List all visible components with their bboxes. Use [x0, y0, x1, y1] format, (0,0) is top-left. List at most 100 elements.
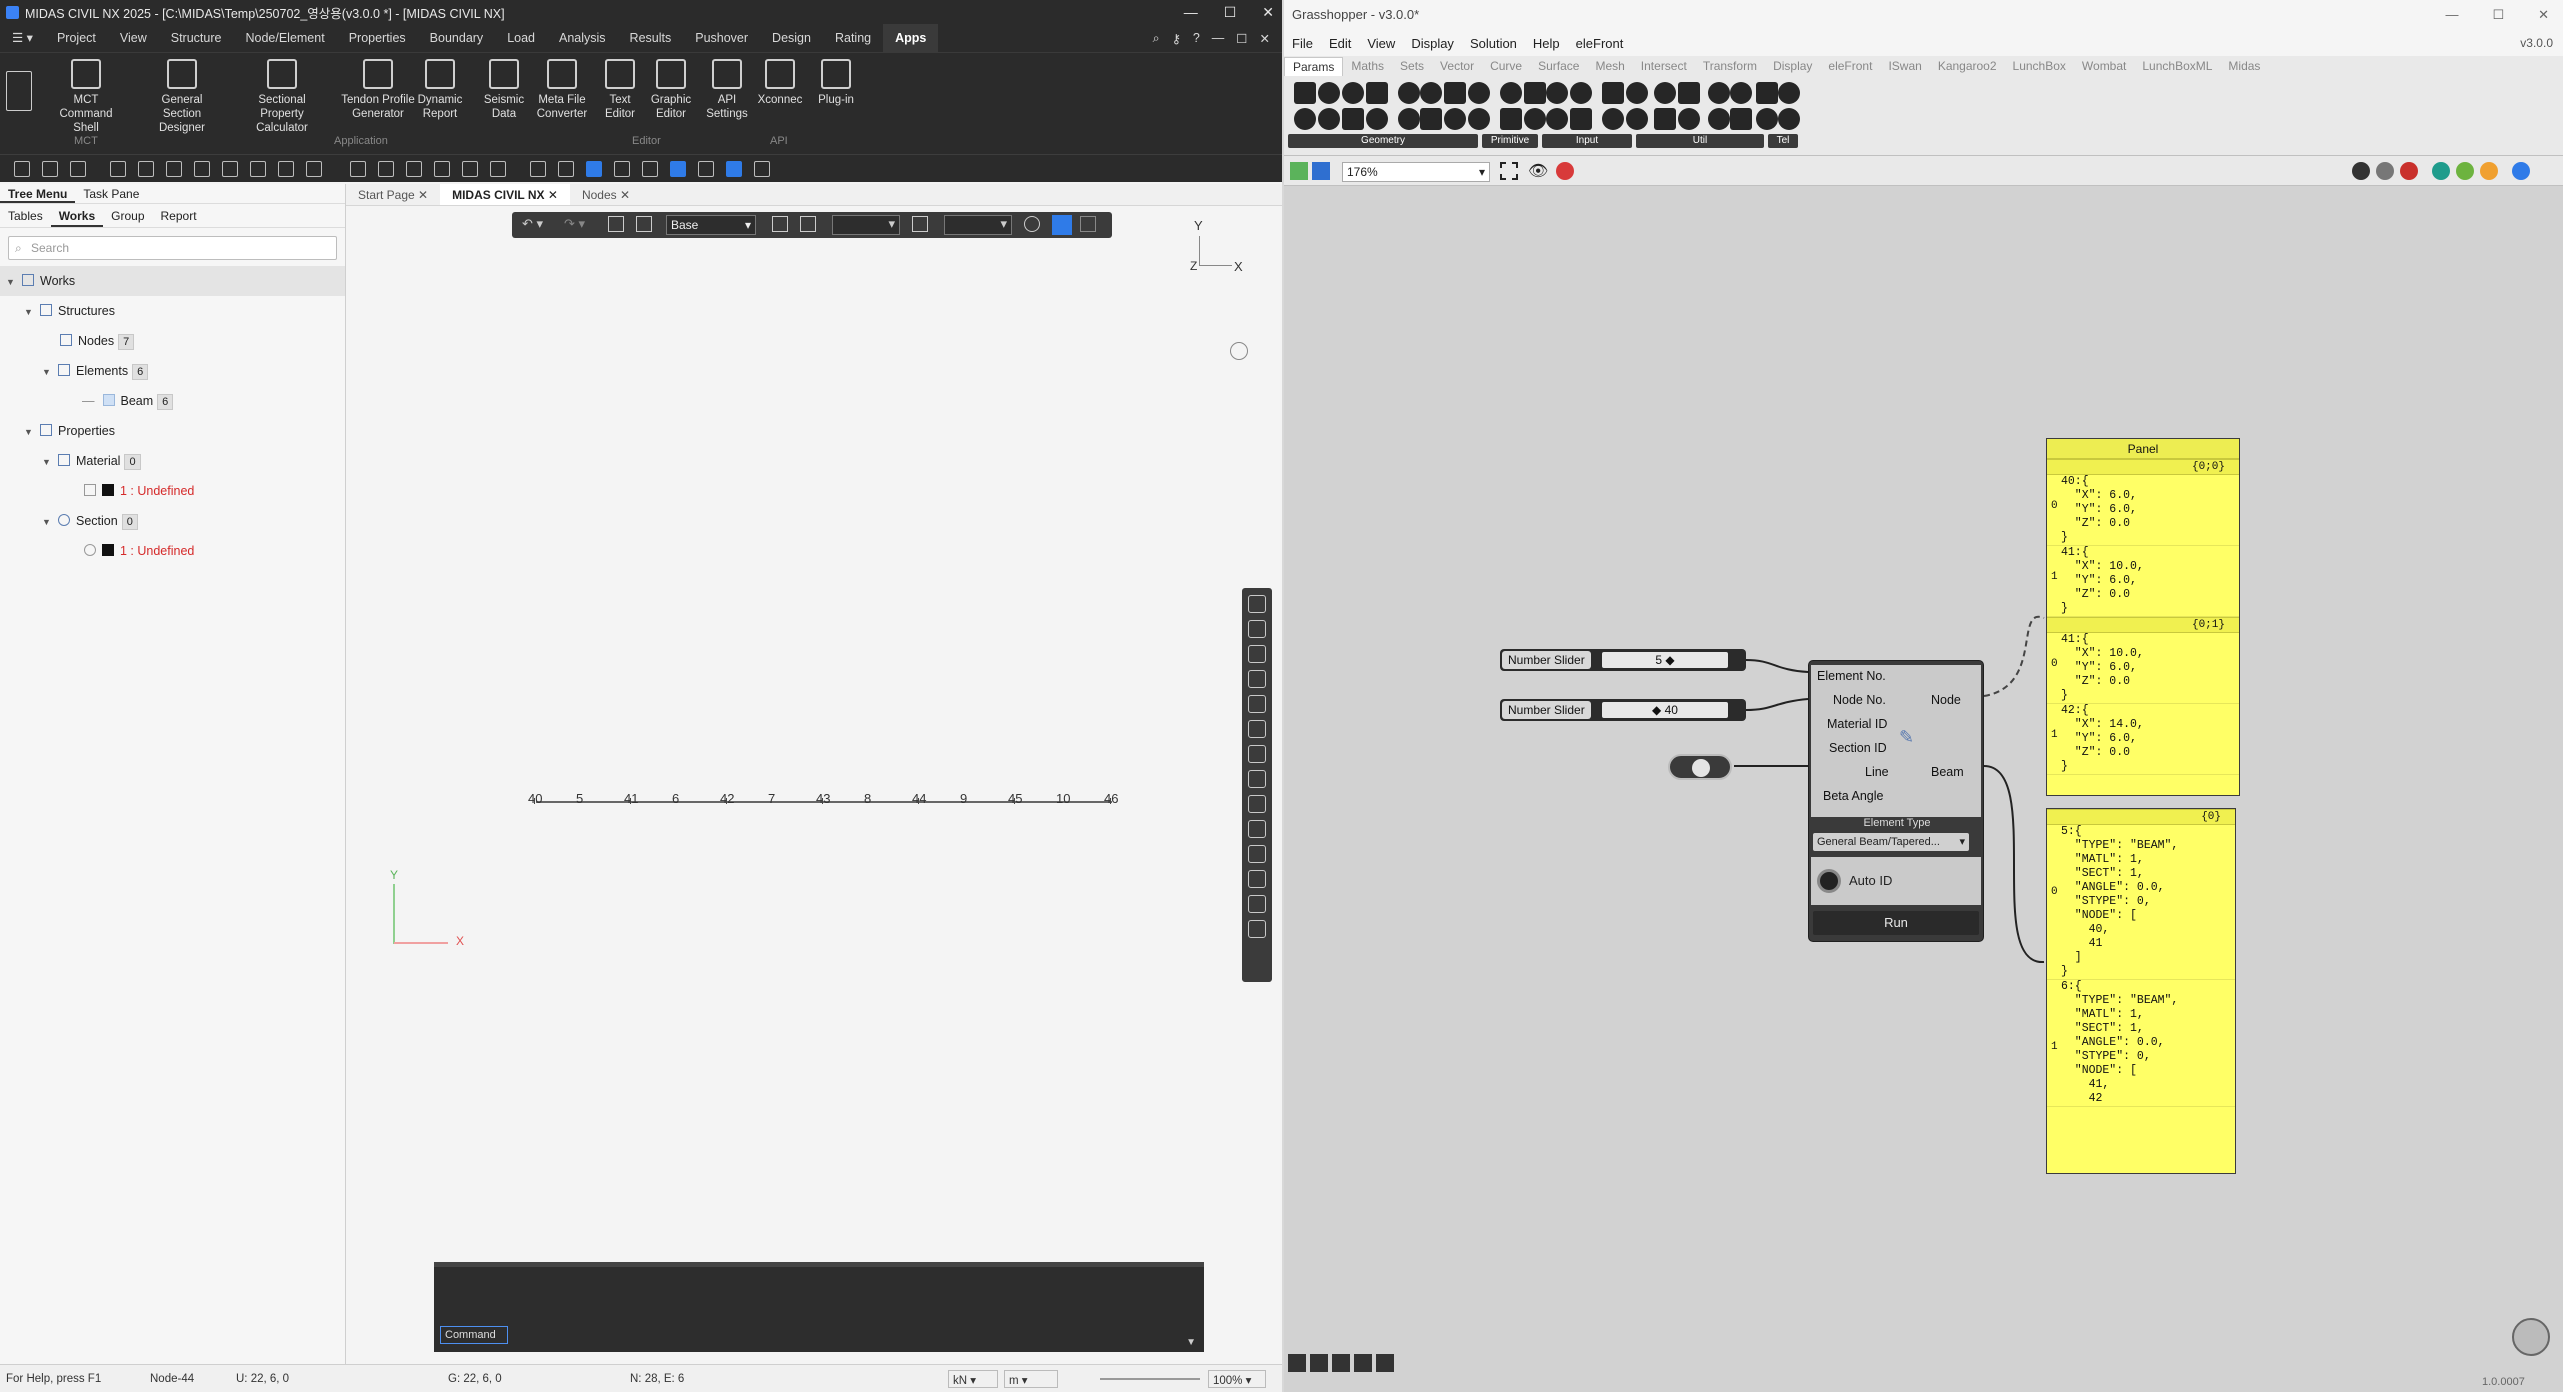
- gh-navigation-disc-icon[interactable]: [2512, 1318, 2550, 1356]
- api-settings-button[interactable]: API Settings: [700, 59, 754, 121]
- view-icon[interactable]: [754, 161, 770, 177]
- gh-menu-edit[interactable]: Edit: [1321, 36, 1359, 51]
- gh-component-icon[interactable]: [1778, 82, 1800, 104]
- gh-tab-sets[interactable]: Sets: [1392, 59, 1432, 73]
- close-doc-icon[interactable]: ✕: [1260, 31, 1270, 46]
- general-section-designer-button[interactable]: General Section Designer: [144, 59, 220, 135]
- node-marker[interactable]: [918, 798, 919, 804]
- tab-midas-civil-nx[interactable]: MIDAS CIVIL NX ✕: [440, 184, 570, 205]
- collapse-icon[interactable]: ▼: [24, 417, 38, 447]
- view-select[interactable]: Base ▾: [666, 215, 756, 235]
- gh-component-icon[interactable]: [1778, 108, 1800, 130]
- tool-icon[interactable]: [912, 216, 928, 232]
- gh-component-icon[interactable]: [1524, 108, 1546, 130]
- minimize-button[interactable]: —: [2445, 0, 2458, 30]
- preview-mesh-icon[interactable]: [2432, 162, 2450, 180]
- window-icon[interactable]: ☐: [1236, 31, 1247, 46]
- element-type-dropdown[interactable]: General Beam/Tapered... ▾: [1813, 833, 1969, 851]
- gh-bottom-tool-icon[interactable]: [1288, 1354, 1306, 1372]
- gh-tab-curve[interactable]: Curve: [1482, 59, 1530, 73]
- slider-track[interactable]: ◆ 40: [1602, 702, 1728, 718]
- gh-menu-elefront[interactable]: eleFront: [1568, 36, 1632, 51]
- preview-eye-icon[interactable]: 👁: [1528, 161, 1548, 181]
- view-cube-icon[interactable]: [1230, 342, 1248, 360]
- gh-component-icon[interactable]: [1678, 82, 1700, 104]
- save-file-icon[interactable]: [1312, 162, 1330, 180]
- collapse-icon[interactable]: ▼: [24, 297, 38, 327]
- tab-nodes[interactable]: Nodes ✕: [570, 184, 642, 205]
- number-slider-node[interactable]: Number Slider ◆ 40: [1500, 699, 1746, 721]
- view-active-icon[interactable]: [670, 161, 686, 177]
- gh-component-icon[interactable]: [1318, 108, 1340, 130]
- gh-tab-vector[interactable]: Vector: [1432, 59, 1482, 73]
- gh-component-icon[interactable]: [1708, 108, 1730, 130]
- gh-component-icon[interactable]: [1570, 108, 1592, 130]
- maximize-button[interactable]: ☐: [1224, 0, 1237, 24]
- pan-icon[interactable]: [1248, 745, 1266, 763]
- view-icon[interactable]: [698, 161, 714, 177]
- rotate-free-icon[interactable]: [1248, 795, 1266, 813]
- display-select[interactable]: ▾: [944, 215, 1012, 235]
- command-input[interactable]: Command: [440, 1326, 508, 1344]
- maximize-button[interactable]: ☐: [2492, 0, 2504, 30]
- help-icon[interactable]: ?: [1193, 31, 1200, 46]
- tool-icon[interactable]: [278, 161, 294, 177]
- collapse-icon[interactable]: ▼: [6, 267, 20, 297]
- gh-component-icon[interactable]: [1468, 82, 1490, 104]
- open-file-icon[interactable]: [1290, 162, 1308, 180]
- length-unit-select[interactable]: m ▾: [1004, 1370, 1058, 1388]
- selected-icon[interactable]: [2400, 162, 2418, 180]
- text-editor-button[interactable]: Text Editor: [596, 59, 644, 121]
- gh-tab-intersect[interactable]: Intersect: [1633, 59, 1695, 73]
- menu-results[interactable]: Results: [618, 24, 684, 52]
- input-node-no[interactable]: Node No.: [1833, 693, 1886, 707]
- filter-select[interactable]: ▾: [832, 215, 900, 235]
- model-viewport[interactable]: [346, 206, 1282, 1364]
- input-line[interactable]: Line: [1865, 765, 1889, 779]
- tool-icon[interactable]: [608, 216, 624, 232]
- tool-icon[interactable]: [306, 161, 322, 177]
- mct-command-shell-button[interactable]: MCT Command Shell: [48, 59, 124, 135]
- zoom-extents-icon[interactable]: [1500, 162, 1518, 180]
- tree-node-section-item[interactable]: 1 : Undefined: [0, 536, 345, 566]
- view-icon[interactable]: [642, 161, 658, 177]
- gh-component-icon[interactable]: [1708, 82, 1730, 104]
- gh-component-icon[interactable]: [1730, 108, 1752, 130]
- preview-orange-icon[interactable]: [2480, 162, 2498, 180]
- run-button[interactable]: Run: [1813, 911, 1979, 935]
- collapse-icon[interactable]: ▼: [42, 447, 56, 477]
- auto-id-toggle[interactable]: [1817, 869, 1841, 893]
- tree-node-material-item[interactable]: 1 : Undefined: [0, 476, 345, 506]
- tab-works[interactable]: Works: [50, 206, 104, 227]
- input-beta-angle[interactable]: Beta Angle: [1823, 789, 1883, 803]
- gh-bottom-tool-icon[interactable]: [1376, 1354, 1394, 1372]
- preview-green-icon[interactable]: [2456, 162, 2474, 180]
- gh-component-icon[interactable]: [1654, 82, 1676, 104]
- close-button[interactable]: ✕: [2538, 0, 2549, 30]
- rotate-icon[interactable]: [1248, 770, 1266, 788]
- input-material-id[interactable]: Material ID: [1827, 717, 1887, 731]
- sectional-property-calculator-button[interactable]: Sectional Property Calculator: [244, 59, 320, 135]
- tree-node-nodes[interactable]: Nodes 7: [0, 326, 345, 356]
- gh-component-icon[interactable]: [1602, 82, 1624, 104]
- gh-component-icon[interactable]: [1570, 82, 1592, 104]
- gh-component-icon[interactable]: [1444, 82, 1466, 104]
- select-icon[interactable]: [378, 161, 394, 177]
- menu-rating[interactable]: Rating: [823, 24, 883, 52]
- input-section-id[interactable]: Section ID: [1829, 741, 1887, 755]
- gh-component-icon[interactable]: [1756, 82, 1778, 104]
- tendon-profile-generator-button[interactable]: Tendon Profile Generator: [340, 59, 416, 121]
- gh-component-icon[interactable]: [1756, 108, 1778, 130]
- close-button[interactable]: ✕: [1262, 0, 1274, 24]
- tool-icon[interactable]: [250, 161, 266, 177]
- gh-tab-iswan[interactable]: ISwan: [1880, 59, 1929, 73]
- gh-tab-maths[interactable]: Maths: [1343, 59, 1392, 73]
- gh-tab-surface[interactable]: Surface: [1530, 59, 1587, 73]
- zoom-fit-icon[interactable]: [1248, 595, 1266, 613]
- gh-zoom-select[interactable]: 176% ▾: [1342, 162, 1490, 182]
- graphic-editor-button[interactable]: Graphic Editor: [646, 59, 696, 121]
- output-panel-beam[interactable]: {0} 0 5:{ "TYPE": "BEAM", "MATL": 1, "SEC…: [2046, 808, 2236, 1174]
- select-icon[interactable]: [462, 161, 478, 177]
- open-icon[interactable]: [42, 161, 58, 177]
- tree-node-material[interactable]: ▼ Material 0: [0, 446, 345, 476]
